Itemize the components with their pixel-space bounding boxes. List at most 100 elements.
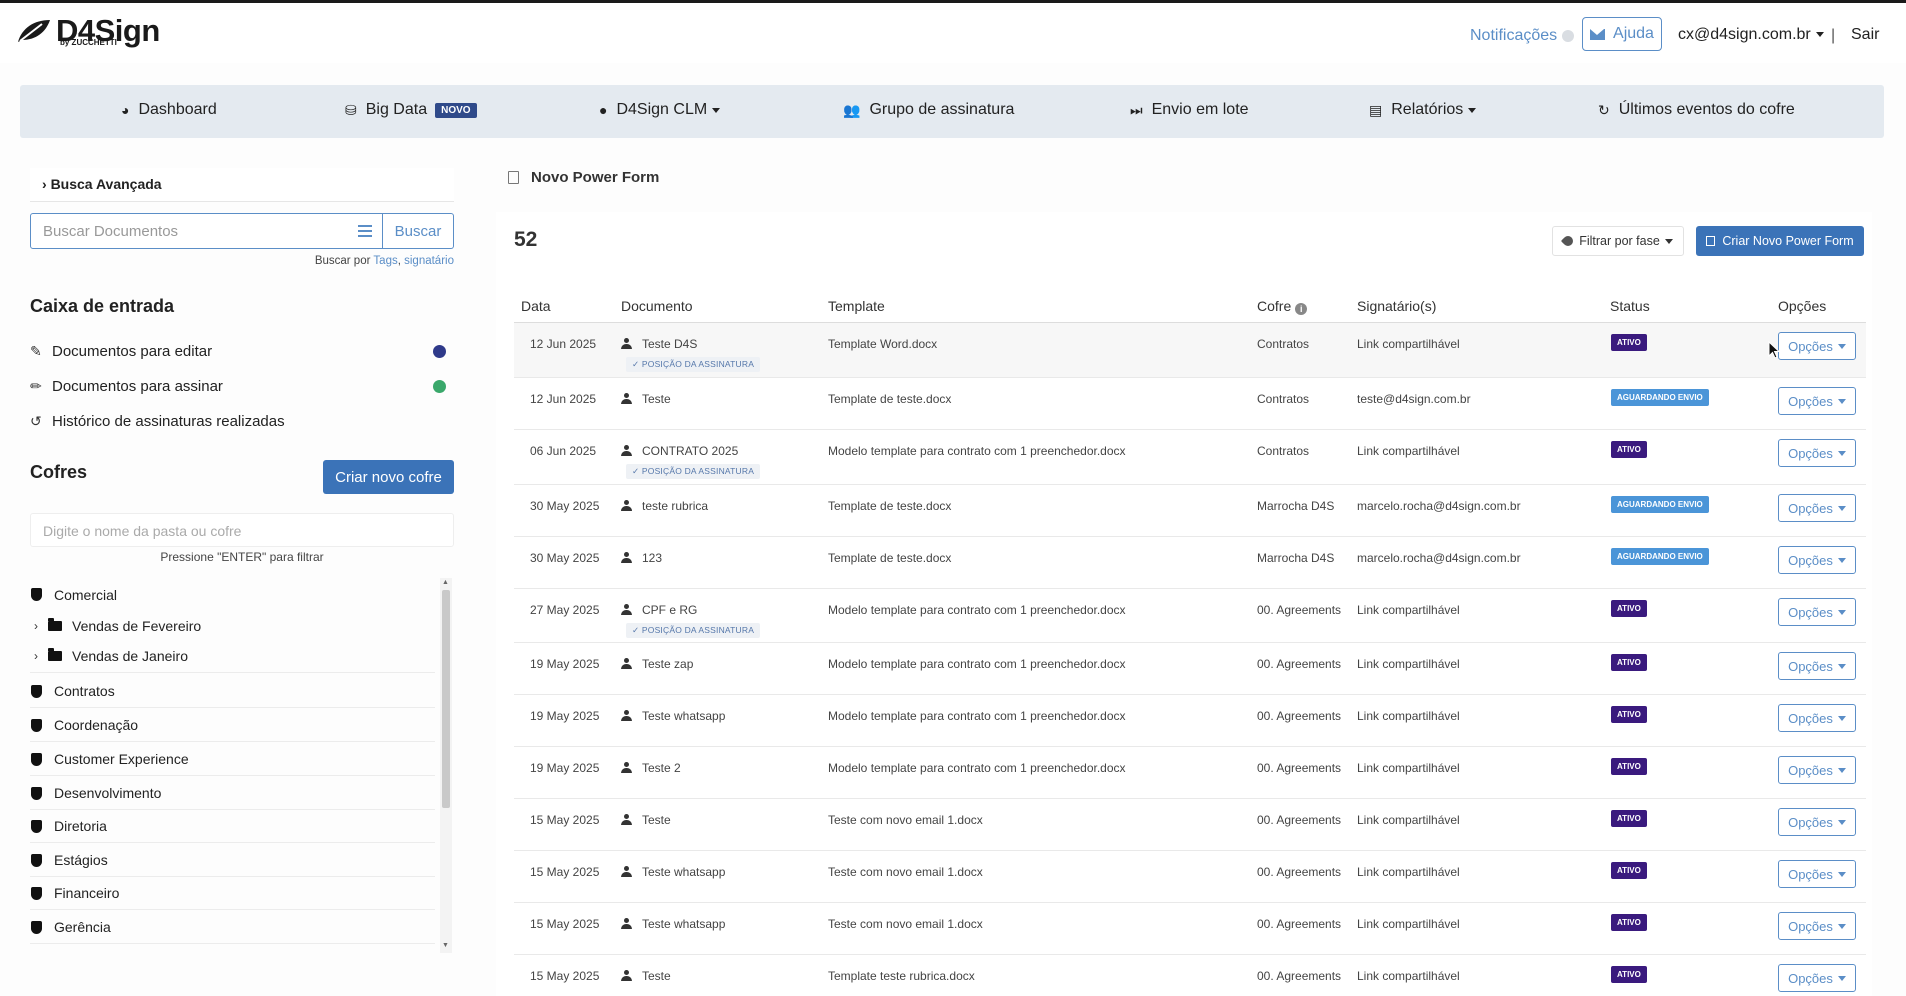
table-row[interactable]: 30 May 2025 Template de teste.docx Marroch… xyxy=(514,537,1866,589)
cell-document[interactable]: teste rubrica xyxy=(621,499,708,513)
table-row[interactable]: 19 May 2025 Modelo template para contrato… xyxy=(514,747,1866,799)
refresh-icon: ↻ xyxy=(1598,101,1610,118)
search-by-signer-link[interactable]: signatário xyxy=(404,255,454,267)
vault-item[interactable]: Comercial xyxy=(30,578,435,611)
notifications-link[interactable]: Notificações xyxy=(1470,27,1575,45)
folder-item[interactable]: › Vendas de Fevereiro xyxy=(30,609,435,642)
folder-filter-input[interactable]: Digite o nome da pasta ou cofre xyxy=(30,513,454,547)
table-row[interactable]: 15 May 2025 Teste com novo email 1.docx 00… xyxy=(514,799,1866,851)
cell-document[interactable]: Teste whatsapp xyxy=(621,709,725,723)
inbox-docs-to-edit[interactable]: ✎ Documentos para editar xyxy=(30,343,454,360)
cell-document[interactable]: Teste whatsapp xyxy=(621,865,725,879)
sliders-icon[interactable] xyxy=(358,225,372,237)
cell-document[interactable]: Teste xyxy=(621,969,671,983)
options-dropdown-button[interactable]: Opções xyxy=(1778,546,1856,574)
search-button[interactable]: Buscar xyxy=(383,213,454,249)
help-button[interactable]: Ajuda xyxy=(1582,17,1662,51)
vault-item[interactable]: Coordenação xyxy=(30,709,435,742)
table-row[interactable]: 12 Jun 2025 Template Word.docx Contratos Li… xyxy=(514,323,1866,378)
options-dropdown-button[interactable]: Opções xyxy=(1778,652,1856,680)
nav-clm[interactable]: ● D4Sign CLM xyxy=(599,101,721,119)
cell-document[interactable]: CPF e RG xyxy=(621,603,697,617)
search-input[interactable]: Buscar Documentos xyxy=(30,213,383,249)
vault-item[interactable]: Contratos xyxy=(30,675,435,708)
table-row[interactable]: 30 May 2025 Template de teste.docx Marroch… xyxy=(514,485,1866,537)
user-icon xyxy=(621,918,632,929)
options-dropdown-button[interactable]: Opções xyxy=(1778,704,1856,732)
chevron-right-icon[interactable]: › xyxy=(34,649,38,663)
table-row[interactable]: 06 Jun 2025 Modelo template para contrato… xyxy=(514,430,1866,485)
chevron-right-icon[interactable]: › xyxy=(34,619,38,633)
cell-document[interactable]: Teste zap xyxy=(621,657,693,671)
table-row[interactable]: 15 May 2025 Template teste rubrica.docx 00… xyxy=(514,955,1866,996)
inbox-signature-history[interactable]: ↺ Histórico de assinaturas realizadas xyxy=(30,413,454,430)
options-dropdown-button[interactable]: Opções xyxy=(1778,494,1856,522)
status-badge: AGUARDANDO ENVIO xyxy=(1611,496,1709,513)
options-dropdown-button[interactable]: Opções xyxy=(1778,860,1856,888)
cell-document[interactable]: Teste whatsapp xyxy=(621,917,725,931)
main-nav: ◕ Dashboard ⛁ Big Data NOVO ● D4Sign CLM… xyxy=(20,85,1884,138)
options-dropdown-button[interactable]: Opções xyxy=(1778,912,1856,940)
nav-big-data[interactable]: ⛁ Big Data NOVO xyxy=(345,101,477,119)
search-hint: Buscar por Tags, signatário xyxy=(30,255,454,267)
vault-item[interactable]: Estágios xyxy=(30,844,435,877)
nav-vault-events[interactable]: ↻ Últimos eventos do cofre xyxy=(1598,101,1795,119)
chevron-down-icon xyxy=(1837,871,1846,877)
nav-signature-group[interactable]: 👥 Grupo de assinatura xyxy=(843,101,1014,119)
cell-date: 06 Jun 2025 xyxy=(530,444,597,458)
cell-document[interactable]: CONTRATO 2025 xyxy=(621,444,738,458)
vault-item[interactable]: Gerência xyxy=(30,911,435,944)
cell-vault: 00. Agreements xyxy=(1257,603,1342,617)
options-dropdown-button[interactable]: Opções xyxy=(1778,756,1856,784)
page-title: Novo Power Form xyxy=(508,169,659,186)
arrow-circle-icon xyxy=(433,380,446,393)
status-badge: ATIVO xyxy=(1611,600,1647,617)
cell-date: 12 Jun 2025 xyxy=(530,337,597,351)
options-dropdown-button[interactable]: Opções xyxy=(1778,808,1856,836)
search-by-tags-link[interactable]: Tags xyxy=(373,255,397,267)
edit-icon: ✎ xyxy=(30,343,42,359)
advanced-search-toggle[interactable]: › Busca Avançada xyxy=(30,168,454,202)
user-menu[interactable]: cx@d4sign.com.br xyxy=(1678,26,1824,44)
vault-item[interactable]: Desenvolvimento xyxy=(30,777,435,810)
vault-tree-scrollbar[interactable]: ▲ ▼ xyxy=(440,578,452,953)
vault-item[interactable]: Diretoria xyxy=(30,810,435,843)
cell-document[interactable]: Teste xyxy=(621,813,671,827)
options-dropdown-button[interactable]: Opções xyxy=(1778,598,1856,626)
table-row[interactable]: 19 May 2025 Modelo template para contrato… xyxy=(514,695,1866,747)
scroll-up-icon[interactable]: ▲ xyxy=(442,579,449,586)
table-row[interactable]: 15 May 2025 Teste com novo email 1.docx 00… xyxy=(514,903,1866,955)
cell-template: Template de teste.docx xyxy=(828,499,952,513)
nav-batch-send[interactable]: ⏭ Envio em lote xyxy=(1130,101,1249,119)
logout-link[interactable]: Sair xyxy=(1851,26,1879,44)
user-icon xyxy=(621,762,632,773)
cell-document[interactable]: Teste 2 xyxy=(621,761,681,775)
folder-item[interactable]: › Vendas de Janeiro xyxy=(30,640,435,673)
table-row[interactable]: 12 Jun 2025 Template de teste.docx Contrat… xyxy=(514,378,1866,430)
nav-dashboard[interactable]: ◕ Dashboard xyxy=(121,101,217,119)
cell-document[interactable]: 123 xyxy=(621,551,662,565)
chevron-down-icon xyxy=(1837,557,1846,563)
table-row[interactable]: 27 May 2025 Modelo template para contrato… xyxy=(514,589,1866,643)
vault-tree: Comercial › Vendas de Fevereiro › Vendas… xyxy=(30,578,435,953)
options-dropdown-button[interactable]: Opções xyxy=(1778,964,1856,992)
scroll-down-icon[interactable]: ▼ xyxy=(442,942,449,949)
cell-document[interactable]: Teste xyxy=(621,392,671,406)
filter-by-phase-dropdown[interactable]: Filtrar por fase xyxy=(1552,226,1684,256)
table-row[interactable]: 15 May 2025 Teste com novo email 1.docx 00… xyxy=(514,851,1866,903)
scroll-thumb[interactable] xyxy=(442,590,450,808)
cell-document[interactable]: Teste D4S xyxy=(621,337,697,351)
nav-label: Envio em lote xyxy=(1151,101,1249,118)
options-dropdown-button[interactable]: Opções xyxy=(1778,439,1856,467)
inbox-docs-to-sign[interactable]: ✏ Documentos para assinar xyxy=(30,378,454,395)
options-dropdown-button[interactable]: Opções xyxy=(1778,332,1856,360)
create-powerform-button[interactable]: Criar Novo Power Form xyxy=(1696,226,1864,256)
create-vault-button[interactable]: Criar novo cofre xyxy=(323,460,454,494)
nav-reports[interactable]: ▤ Relatórios xyxy=(1369,101,1477,119)
table-row[interactable]: 19 May 2025 Modelo template para contrato… xyxy=(514,643,1866,695)
vault-item[interactable]: Financeiro xyxy=(30,877,435,910)
cell-signer: Link compartilhável xyxy=(1357,917,1460,931)
vault-item[interactable]: Customer Experience xyxy=(30,743,435,776)
options-dropdown-button[interactable]: Opções xyxy=(1778,387,1856,415)
info-icon[interactable]: i xyxy=(1295,303,1308,315)
